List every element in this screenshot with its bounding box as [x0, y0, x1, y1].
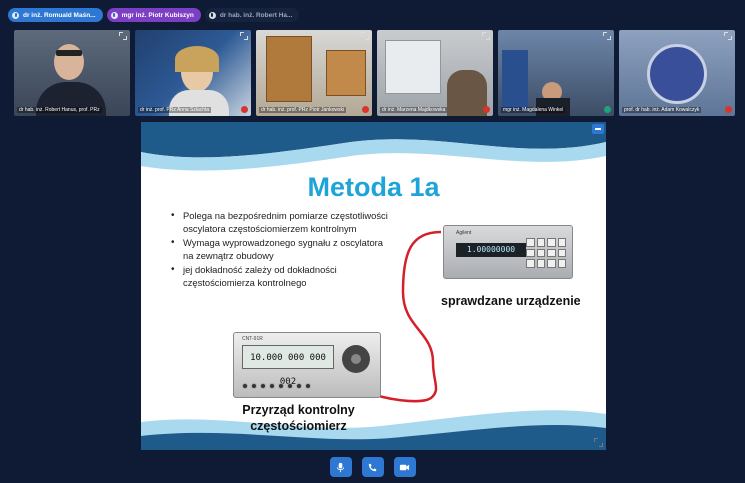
- participant-pill[interactable]: dr inż. Romuald Maśn...: [8, 8, 103, 22]
- glasses: [56, 50, 82, 56]
- video-tile[interactable]: mgr inż. Magdalena Winkel: [498, 30, 614, 116]
- tile-label: dr hab. inż. Robert Hanus, prof. PRz: [17, 107, 102, 113]
- bullet-item: Polega na bezpośrednim pomiarze częstotl…: [171, 210, 391, 235]
- wardrobe: [266, 36, 312, 102]
- muted-icon: [725, 106, 732, 113]
- muted-icon: [241, 106, 248, 113]
- call-controls: [0, 457, 745, 479]
- connector-row: [242, 383, 311, 389]
- camera-button[interactable]: [393, 457, 416, 477]
- expand-icon[interactable]: [724, 32, 732, 40]
- video-tile[interactable]: prof. dr hab. inż. Adam Kowalczyk: [619, 30, 735, 116]
- video-tile[interactable]: dr hab. inż. prof. PRz Piotr Jankowski: [256, 30, 372, 116]
- tile-label: mgr inż. Magdalena Winkel: [501, 107, 566, 113]
- bullet-item: jej dokładność zależy od dokładności czę…: [171, 264, 391, 289]
- video-tile[interactable]: dr inż. prof. PRz Anna Szlachta: [135, 30, 251, 116]
- muted-icon: [362, 106, 369, 113]
- bullet-list: Polega na bezpośrednim pomiarze częstotl…: [171, 210, 391, 291]
- counter-brand: Agilent: [456, 230, 472, 236]
- reference-display: 10.000 000 000 002: [242, 345, 334, 387]
- reference-caption: Przyrząd kontrolny częstościomierz: [236, 402, 361, 434]
- reference-brand: CNT-91R: [242, 336, 263, 342]
- minimize-icon[interactable]: [592, 124, 604, 134]
- bullet-item: Wymaga wyprowadzonego sygnału z oscylato…: [171, 237, 391, 262]
- phone-icon: [368, 463, 377, 471]
- expand-icon[interactable]: [240, 32, 248, 40]
- microphone-button[interactable]: [329, 457, 352, 477]
- reference-caption-line1: Przyrząd kontrolny: [242, 403, 355, 417]
- camera-icon: [399, 464, 410, 470]
- participant-name: dr hab. inż. Robert Ha...: [219, 11, 293, 19]
- participant-pill[interactable]: mgr inż. Piotr Kubiszyn: [106, 8, 201, 22]
- participant-name: mgr inż. Piotr Kubiszyn: [121, 11, 194, 19]
- tile-label: dr inż. prof. PRz Anna Szlachta: [138, 107, 212, 113]
- reference-counter-image: CNT-91R 10.000 000 000 002: [233, 332, 381, 398]
- logo: [647, 44, 707, 104]
- participant-hair: [175, 46, 219, 72]
- participant-body: [447, 70, 487, 116]
- expand-icon[interactable]: [603, 32, 611, 40]
- counter-display: 1.00000000: [456, 243, 526, 257]
- participant-pills: dr inż. Romuald Maśn... mgr inż. Piotr K…: [8, 8, 300, 22]
- microphone-icon: [110, 11, 118, 19]
- expand-icon[interactable]: [361, 32, 369, 40]
- slide-title: Metoda 1a: [307, 172, 440, 202]
- device-under-test-caption: sprawdzane urządzenie: [441, 294, 581, 308]
- expand-icon[interactable]: [482, 32, 490, 40]
- muted-icon: [483, 106, 490, 113]
- shared-screen: Metoda 1a Polega na bezpośrednim pomiarz…: [141, 122, 606, 450]
- cabinet: [326, 50, 366, 96]
- microphone-icon: [336, 462, 345, 472]
- window: [385, 40, 441, 94]
- video-tile[interactable]: dr inż. Marzena Majdkowska: [377, 30, 493, 116]
- banner: [502, 50, 528, 110]
- microphone-icon: [12, 11, 19, 19]
- speaking-icon: [604, 106, 611, 113]
- frequency-counter-image: Agilent 1.00000000: [443, 225, 573, 279]
- tile-label: dr inż. Marzena Majdkowska: [380, 107, 448, 113]
- participant-pill[interactable]: dr hab. inż. Robert Ha...: [204, 8, 300, 22]
- microphone-icon: [208, 11, 216, 19]
- tile-label: prof. dr hab. inż. Adam Kowalczyk: [622, 107, 702, 113]
- expand-icon[interactable]: [119, 32, 127, 40]
- counter-keypad: [526, 238, 566, 268]
- hangup-button[interactable]: [361, 457, 384, 477]
- tile-label: dr hab. inż. prof. PRz Piotr Jankowski: [259, 107, 347, 113]
- reference-caption-line2: częstościomierz: [250, 419, 347, 433]
- participant-name: dr inż. Romuald Maśn...: [23, 11, 96, 19]
- fullscreen-icon[interactable]: [594, 438, 603, 447]
- video-tile[interactable]: dr hab. inż. Robert Hanus, prof. PRz: [14, 30, 130, 116]
- navigation-pad: [342, 345, 370, 373]
